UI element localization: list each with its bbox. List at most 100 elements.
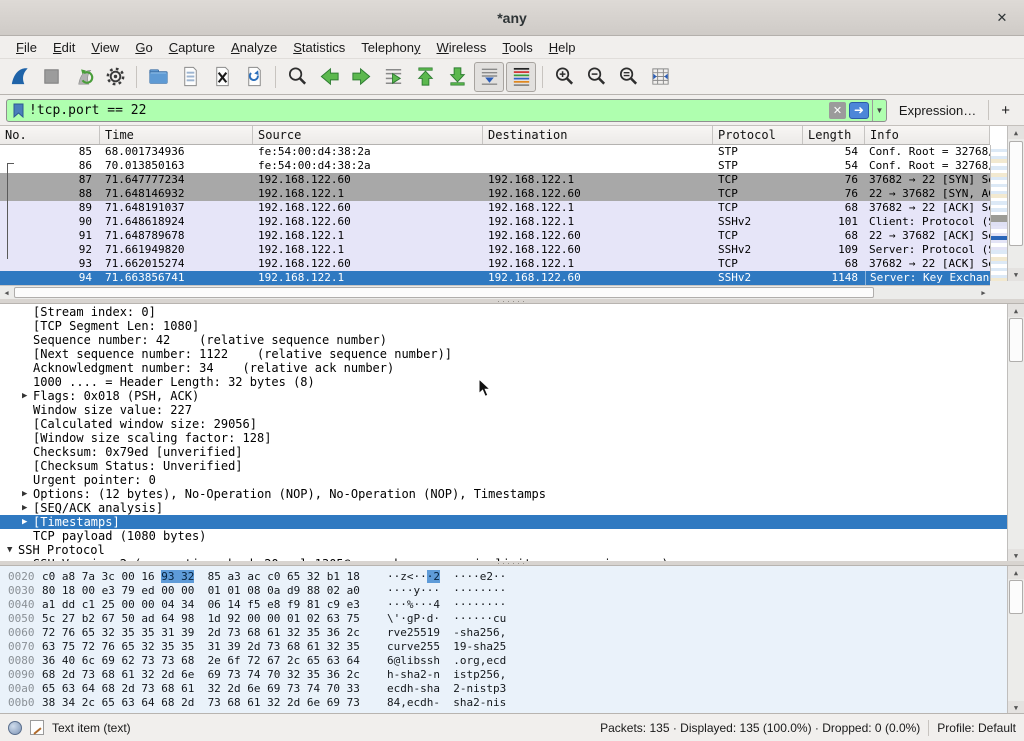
go-first-packet-button[interactable] bbox=[410, 62, 440, 92]
expert-info-icon[interactable] bbox=[8, 721, 22, 735]
detail-line[interactable]: ▼SSH Protocol bbox=[0, 543, 1007, 557]
filter-clear-button[interactable]: ✕ bbox=[829, 102, 846, 119]
packet-row-94[interactable]: 9471.663856741192.168.122.1192.168.122.6… bbox=[0, 271, 990, 285]
detail-line[interactable]: ▶[SEQ/ACK analysis] bbox=[0, 501, 1007, 515]
filter-add-button[interactable]: + bbox=[997, 102, 1018, 119]
detail-line[interactable]: [Calculated window size: 29056] bbox=[0, 417, 1007, 431]
scroll-down-icon[interactable]: ▼ bbox=[1008, 268, 1024, 281]
hex-row-0080[interactable]: 008036 40 6c 69 62 73 73 68 2e 6f 72 67 … bbox=[0, 654, 1024, 668]
hex-row-0060[interactable]: 006072 76 65 32 35 35 31 39 2d 73 68 61 … bbox=[0, 626, 1024, 640]
column-header-source[interactable]: Source bbox=[253, 126, 483, 144]
column-header-length[interactable]: Length bbox=[803, 126, 865, 144]
capture-options-button[interactable] bbox=[100, 62, 130, 92]
close-file-button[interactable] bbox=[207, 62, 237, 92]
reload-file-button[interactable] bbox=[239, 62, 269, 92]
scroll-right-icon[interactable]: ▶ bbox=[977, 286, 990, 299]
filter-input[interactable] bbox=[29, 103, 829, 118]
menu-statistics[interactable]: Statistics bbox=[285, 38, 353, 57]
go-last-packet-button[interactable] bbox=[442, 62, 472, 92]
packet-row-91[interactable]: 9171.648789678192.168.122.1192.168.122.6… bbox=[0, 229, 990, 243]
hex-row-00a0[interactable]: 00a065 63 64 68 2d 73 68 61 32 2d 6e 69 … bbox=[0, 682, 1024, 696]
menu-view[interactable]: View bbox=[83, 38, 127, 57]
hex-row-0050[interactable]: 00505c 27 b2 67 50 ad 64 98 1d 92 00 00 … bbox=[0, 612, 1024, 626]
close-window-button[interactable]: ✕ bbox=[992, 8, 1012, 28]
go-forward-button[interactable] bbox=[346, 62, 376, 92]
detail-line[interactable]: Urgent pointer: 0 bbox=[0, 473, 1007, 487]
detail-line[interactable]: [Next sequence number: 1122 (relative se… bbox=[0, 347, 1007, 361]
intelligent-scrollbar-minimap[interactable] bbox=[990, 145, 1007, 299]
capture-comment-icon[interactable] bbox=[30, 720, 44, 735]
packet-row-87[interactable]: 8771.647777234192.168.122.60192.168.122.… bbox=[0, 173, 990, 187]
detail-line[interactable]: [Checksum Status: Unverified] bbox=[0, 459, 1007, 473]
find-packet-button[interactable] bbox=[282, 62, 312, 92]
menu-file[interactable]: File bbox=[8, 38, 45, 57]
stop-capture-button[interactable] bbox=[36, 62, 66, 92]
expander-collapsed-icon[interactable]: ▶ bbox=[22, 487, 27, 501]
menu-wireless[interactable]: Wireless bbox=[429, 38, 495, 57]
scroll-down-icon[interactable]: ▼ bbox=[1008, 701, 1024, 713]
menu-capture[interactable]: Capture bbox=[161, 38, 223, 57]
auto-scroll-button[interactable] bbox=[474, 62, 504, 92]
packet-list-hscrollbar[interactable]: ◀ ▶ bbox=[0, 285, 990, 299]
menu-go[interactable]: Go bbox=[127, 38, 160, 57]
go-back-button[interactable] bbox=[314, 62, 344, 92]
detail-line[interactable]: TCP payload (1080 bytes) bbox=[0, 529, 1007, 543]
expander-collapsed-icon[interactable]: ▶ bbox=[22, 501, 27, 515]
go-to-packet-button[interactable] bbox=[378, 62, 408, 92]
column-header-destination[interactable]: Destination bbox=[483, 126, 713, 144]
detail-line[interactable]: [TCP Segment Len: 1080] bbox=[0, 319, 1007, 333]
titlebar[interactable]: *any ✕ bbox=[0, 0, 1024, 36]
start-capture-button[interactable] bbox=[4, 62, 34, 92]
open-file-button[interactable] bbox=[143, 62, 173, 92]
zoom-reset-button[interactable] bbox=[613, 62, 643, 92]
scrollbar-thumb[interactable] bbox=[1009, 141, 1023, 246]
scroll-down-icon[interactable]: ▼ bbox=[1008, 549, 1024, 561]
column-header-time[interactable]: Time bbox=[100, 126, 253, 144]
colorize-button[interactable] bbox=[506, 62, 536, 92]
scrollbar-thumb[interactable] bbox=[1009, 580, 1023, 614]
detail-line[interactable]: ▶[Timestamps] bbox=[0, 515, 1007, 529]
scroll-up-icon[interactable]: ▲ bbox=[1008, 566, 1024, 579]
detail-line[interactable]: ▶SSH Version 2 (encryption:chacha20-poly… bbox=[0, 557, 1007, 561]
expander-collapsed-icon[interactable]: ▶ bbox=[22, 557, 27, 561]
detail-line[interactable]: Sequence number: 42 (relative sequence n… bbox=[0, 333, 1007, 347]
packet-row-90[interactable]: 9071.648618924192.168.122.60192.168.122.… bbox=[0, 215, 990, 229]
detail-line[interactable]: 1000 .... = Header Length: 32 bytes (8) bbox=[0, 375, 1007, 389]
expander-expanded-icon[interactable]: ▼ bbox=[7, 543, 12, 557]
detail-line[interactable]: Window size value: 227 bbox=[0, 403, 1007, 417]
bytes-vscrollbar[interactable]: ▲ ▼ bbox=[1007, 566, 1024, 713]
detail-line[interactable]: Acknowledgment number: 34 (relative ack … bbox=[0, 361, 1007, 375]
detail-line[interactable]: [Stream index: 0] bbox=[0, 305, 1007, 319]
expander-collapsed-icon[interactable]: ▶ bbox=[22, 389, 27, 403]
scroll-up-icon[interactable]: ▲ bbox=[1008, 126, 1024, 139]
column-header-info[interactable]: Info bbox=[865, 126, 990, 144]
packet-row-93[interactable]: 9371.662015274192.168.122.60192.168.122.… bbox=[0, 257, 990, 271]
detail-line[interactable]: [Window size scaling factor: 128] bbox=[0, 431, 1007, 445]
hex-row-0020[interactable]: 0020c0 a8 7a 3c 00 16 93 32 85 a3 ac c0 … bbox=[0, 570, 1024, 584]
hex-row-0090[interactable]: 009068 2d 73 68 61 32 2d 6e 69 73 74 70 … bbox=[0, 668, 1024, 682]
restart-capture-button[interactable] bbox=[68, 62, 98, 92]
packet-row-92[interactable]: 9271.661949820192.168.122.1192.168.122.6… bbox=[0, 243, 990, 257]
packet-row-86[interactable]: 8670.013850163fe:54:00:d4:38:2aSTP54Conf… bbox=[0, 159, 990, 173]
menu-tools[interactable]: Tools bbox=[494, 38, 540, 57]
hex-row-0040[interactable]: 0040a1 dd c1 25 00 00 04 34 06 14 f5 e8 … bbox=[0, 598, 1024, 612]
details-vscrollbar[interactable]: ▲ ▼ bbox=[1007, 304, 1024, 561]
packet-list-vscrollbar[interactable]: ▲ ▼ bbox=[1007, 126, 1024, 281]
zoom-out-button[interactable] bbox=[581, 62, 611, 92]
resize-columns-button[interactable] bbox=[645, 62, 675, 92]
detail-line[interactable]: ▶Flags: 0x018 (PSH, ACK) bbox=[0, 389, 1007, 403]
zoom-in-button[interactable] bbox=[549, 62, 579, 92]
hex-row-00b0[interactable]: 00b038 34 2c 65 63 64 68 2d 73 68 61 32 … bbox=[0, 696, 1024, 710]
save-file-button[interactable] bbox=[175, 62, 205, 92]
expander-collapsed-icon[interactable]: ▶ bbox=[22, 515, 27, 529]
detail-line[interactable]: ▶Options: (12 bytes), No-Operation (NOP)… bbox=[0, 487, 1007, 501]
packet-row-88[interactable]: 8871.648146932192.168.122.1192.168.122.6… bbox=[0, 187, 990, 201]
hscrollbar-thumb[interactable] bbox=[14, 287, 874, 298]
packet-row-89[interactable]: 8971.648191037192.168.122.60192.168.122.… bbox=[0, 201, 990, 215]
menu-telephony[interactable]: Telephony bbox=[353, 38, 428, 57]
filter-history-caret[interactable]: ▼ bbox=[872, 100, 886, 121]
hex-row-0070[interactable]: 007063 75 72 76 65 32 35 35 31 39 2d 73 … bbox=[0, 640, 1024, 654]
column-header-no[interactable]: No. bbox=[0, 126, 100, 144]
expression-button[interactable]: Expression… bbox=[895, 103, 980, 118]
scrollbar-thumb[interactable] bbox=[1009, 318, 1023, 362]
